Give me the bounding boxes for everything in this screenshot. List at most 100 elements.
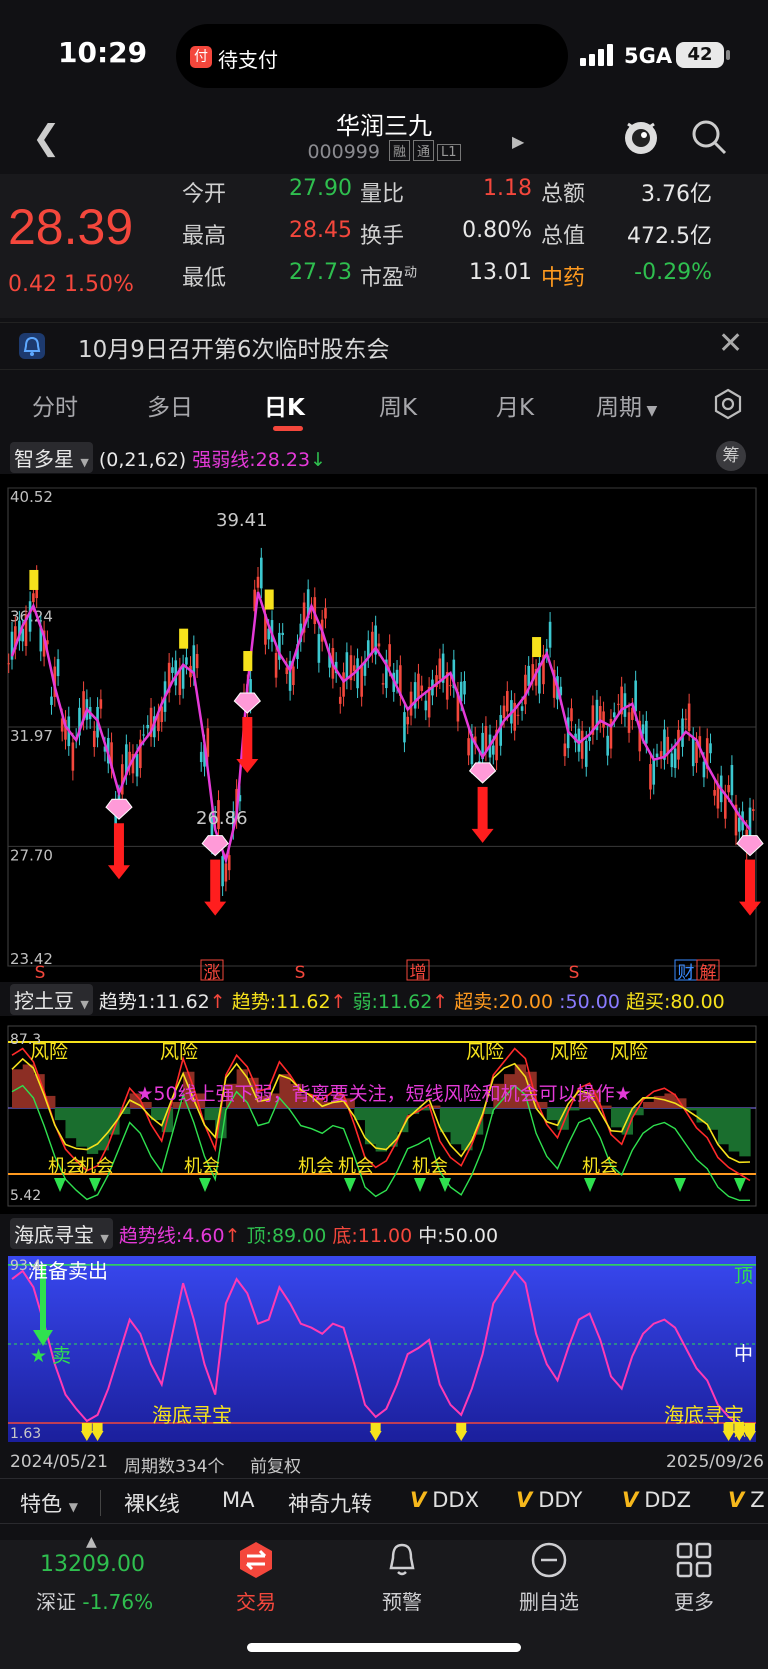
event-marker-4: S	[569, 963, 580, 982]
candle-body	[506, 691, 509, 712]
candle-body	[338, 696, 342, 704]
chance-area	[97, 1107, 109, 1151]
y-tick-label: 23.42	[10, 950, 53, 968]
bell-icon	[389, 1543, 415, 1576]
chip-distribution-button[interactable]: 筹	[716, 441, 746, 471]
index-value[interactable]: 13209.00	[40, 1552, 145, 1577]
indicator-ddz[interactable]: V DDZ	[622, 1488, 691, 1512]
candle-body	[713, 790, 716, 796]
tab-multiday[interactable]: 多日	[147, 388, 193, 422]
main-k-chart[interactable]: 40.5236.2431.9727.7023.4239.4126.86S 涨 S 增 S…	[0, 474, 768, 982]
battery-icon: 42	[676, 42, 724, 68]
tab-trade[interactable]: 交易	[206, 1540, 306, 1615]
change-value: 0.42	[8, 272, 57, 297]
sell-signal-marker	[264, 589, 274, 610]
clock: 10:29	[58, 36, 148, 69]
indicator-ddy[interactable]: V DDY	[516, 1488, 582, 1512]
search-icon[interactable]	[688, 116, 730, 158]
bottom-signal-block	[456, 1423, 467, 1432]
chance-area	[546, 1107, 559, 1121]
chance-area	[739, 1107, 751, 1157]
index-info[interactable]: 深证 -1.76%	[36, 1586, 153, 1615]
tab-more[interactable]: 更多	[644, 1540, 744, 1615]
ddy-label: DDY	[538, 1488, 583, 1512]
candle-body	[502, 705, 506, 719]
quote-value: 13.01	[469, 260, 532, 285]
buy-arrow-shaft	[477, 786, 488, 833]
tab-trade-label: 交易	[236, 1590, 276, 1614]
dig-indicator-select[interactable]: 挖土豆 ▼	[10, 984, 93, 1015]
risk-area	[22, 1064, 35, 1108]
candle-body	[317, 634, 321, 663]
vip-icon: V	[410, 1488, 427, 1512]
close-icon[interactable]: ✕	[718, 326, 743, 361]
side-bottom-label: 底	[734, 1421, 751, 1441]
candle-body	[388, 644, 391, 667]
vip-icon: V	[516, 1488, 533, 1512]
candle-body	[524, 674, 527, 705]
tab-alert[interactable]: 预警	[352, 1540, 452, 1615]
tab-remove-watchlist[interactable]: 删自选	[499, 1540, 599, 1615]
tab-daily-k[interactable]: 日K	[264, 388, 305, 422]
vip-icon: V	[728, 1488, 745, 1512]
candle-body	[171, 667, 174, 673]
main-indicator-select[interactable]: 智多星 ▼	[10, 442, 93, 473]
tab-intraday[interactable]: 分时	[32, 388, 78, 422]
next-stock-icon[interactable]: ▶	[512, 132, 524, 151]
feature-label: 特色	[20, 1492, 62, 1516]
mascot-icon[interactable]	[620, 116, 662, 158]
dig-indicator-chart[interactable]: 87.35.42★50线上强下弱，背离要关注，短线风险和机会可以操作★风险 风险风…	[0, 1016, 768, 1214]
adjust-mode[interactable]: 前复权	[250, 1452, 301, 1477]
event-marker-0: S	[35, 963, 46, 982]
sea-indicator-select[interactable]: 海底寻宝 ▼	[10, 1218, 113, 1249]
chevron-down-icon: ▼	[68, 1500, 78, 1514]
indicator-ma[interactable]: MA	[222, 1488, 254, 1512]
candle-body	[221, 856, 224, 887]
tab-weekly-k[interactable]: 周K	[379, 388, 417, 422]
candle-body	[612, 712, 616, 718]
midline-value: :50.00	[559, 991, 620, 1013]
home-indicator[interactable]	[247, 1643, 521, 1652]
risk-label: 风险	[610, 1041, 648, 1063]
date-row: 2024/05/21 周期数334个 前复权 2025/09/26	[0, 1450, 768, 1477]
candle-body	[617, 703, 620, 705]
quote-label: 最高	[182, 224, 227, 249]
event-marker-6: 解	[700, 963, 717, 982]
signal-icon	[580, 44, 613, 66]
candle-body	[227, 855, 231, 871]
indicator-ddx[interactable]: V DDX	[410, 1488, 479, 1512]
chance-area	[439, 1107, 452, 1133]
chance-label: 机会	[582, 1156, 618, 1177]
network-label: 5GA	[624, 44, 673, 68]
tab-period[interactable]: 周期 ▼	[596, 388, 657, 422]
notice-text[interactable]: 10月9日召开第6次临时股东会	[78, 330, 390, 364]
candle-body	[467, 738, 470, 756]
pending-pay-label[interactable]: 待支付	[218, 44, 278, 73]
candle-body	[463, 681, 466, 695]
chance-label: 机会	[412, 1156, 448, 1177]
indicator-magic-nine[interactable]: 神奇九转	[288, 1488, 372, 1518]
sell-signal-marker	[29, 569, 39, 590]
down-arrow-icon: ↓	[310, 449, 326, 471]
buy-arrow-shaft	[210, 859, 221, 906]
indicator-naked-k[interactable]: 裸K线	[124, 1488, 180, 1518]
candle-body	[352, 665, 356, 672]
expand-up-icon[interactable]: ▲	[86, 1534, 97, 1550]
settings-hex-icon[interactable]	[712, 388, 744, 420]
change-pct: 1.50%	[63, 272, 134, 297]
candle-body	[516, 714, 520, 716]
candle-body	[7, 663, 10, 665]
candle-body	[142, 734, 145, 736]
quote-label[interactable]: 中药	[541, 260, 585, 292]
candle-body	[50, 696, 53, 705]
stock-code: 000999	[307, 141, 380, 163]
feature-select[interactable]: 特色 ▼	[20, 1488, 78, 1518]
candle-body	[727, 785, 730, 793]
sea-indicator-chart[interactable]: 准备卖出★ 卖海底寻宝 海底寻宝93.41.63顶中底	[0, 1250, 768, 1448]
chevron-down-icon: ▼	[100, 1232, 109, 1245]
tab-monthly-k[interactable]: 月K	[496, 388, 534, 422]
dig-bottom-tick: 5.42	[10, 1188, 41, 1204]
buy-arrow-shaft	[745, 859, 755, 906]
indicator-more[interactable]: VZ	[728, 1488, 765, 1512]
quote-value: -0.29%	[634, 260, 712, 285]
